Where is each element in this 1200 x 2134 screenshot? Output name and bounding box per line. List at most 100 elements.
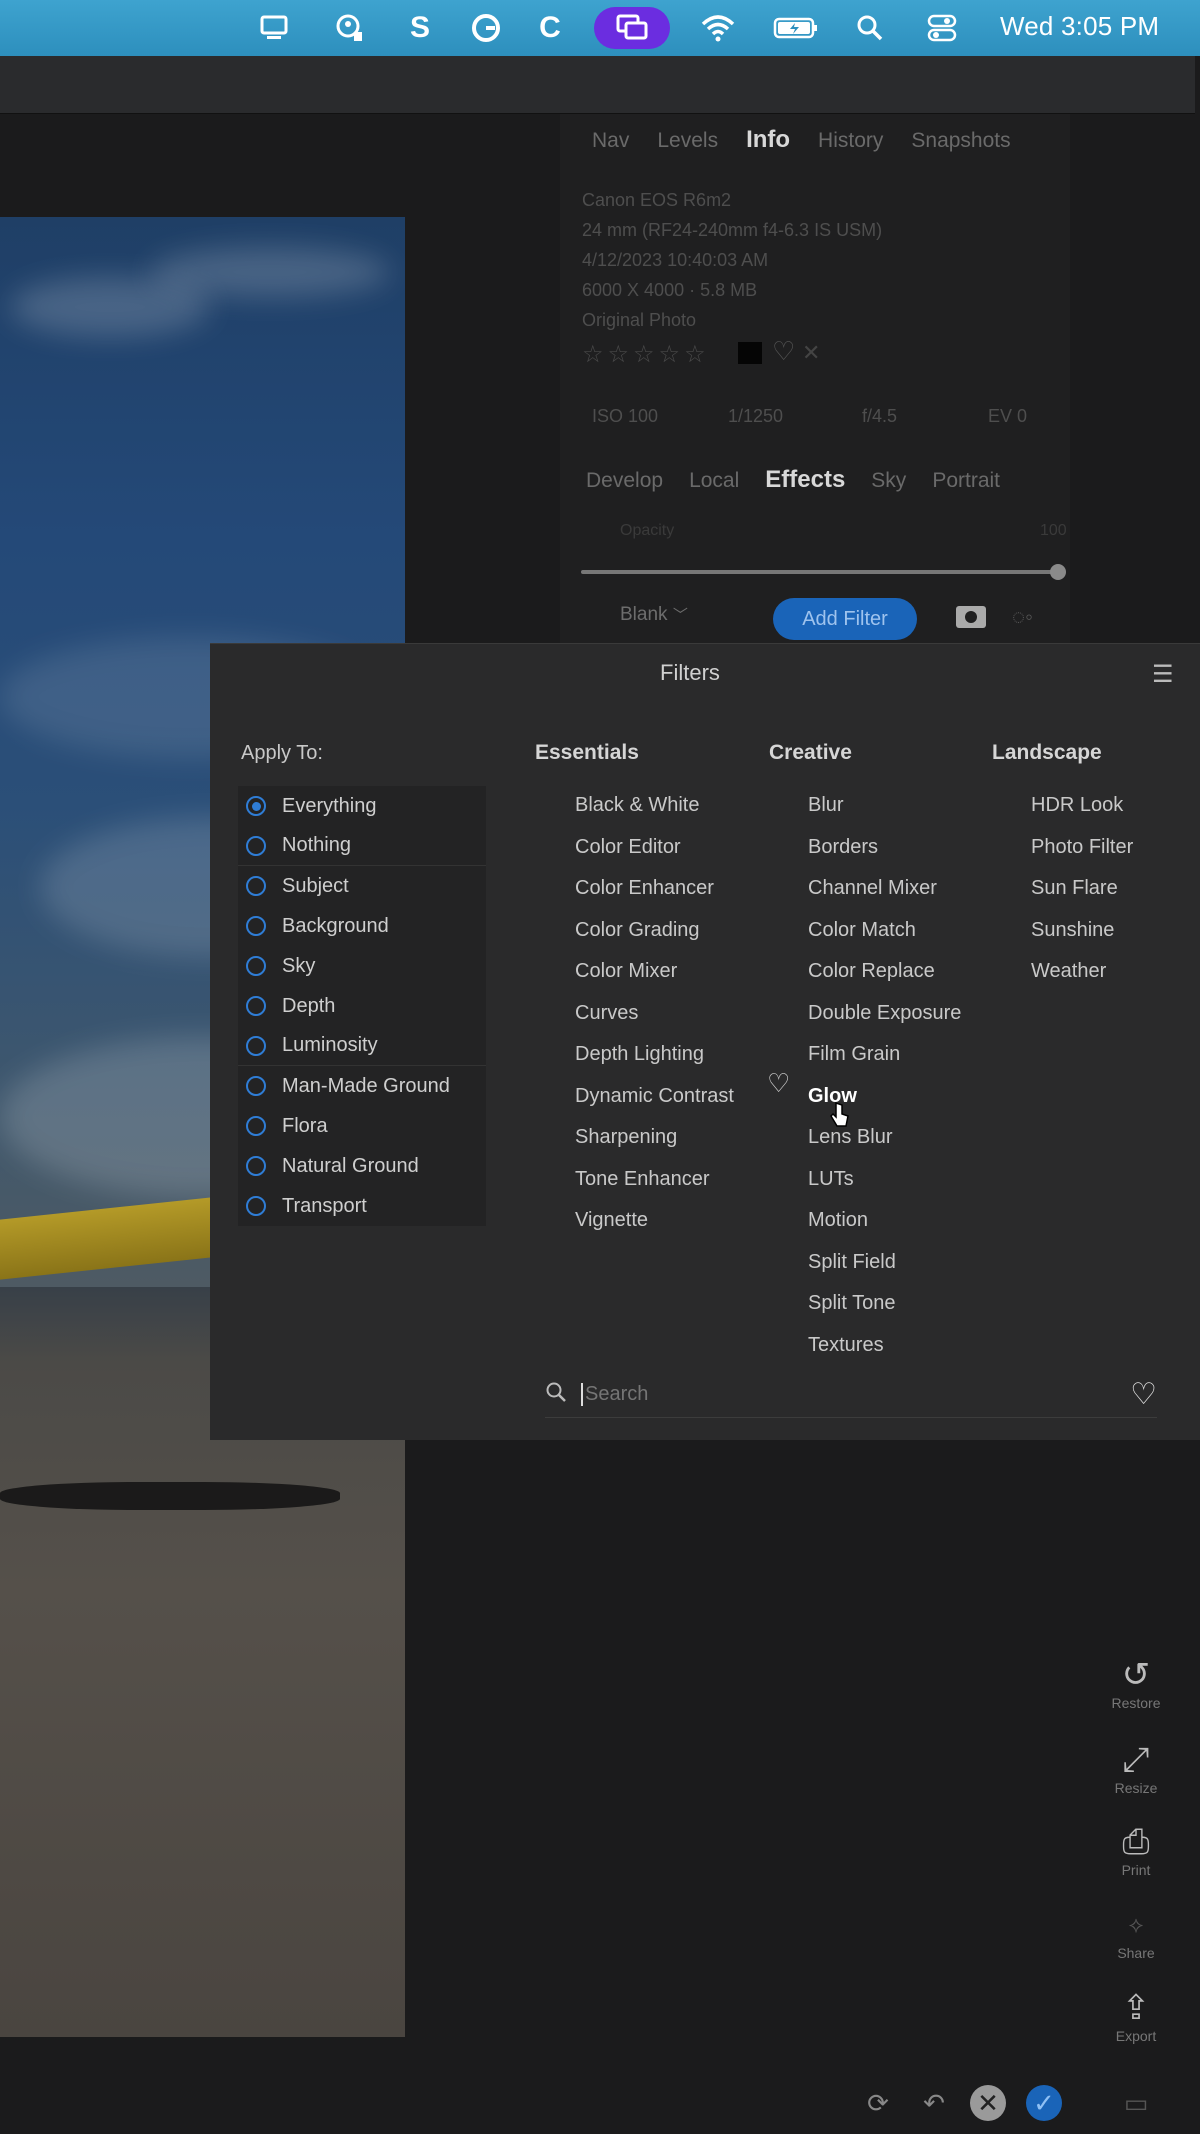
apply-option-luminosity[interactable]: Luminosity	[238, 1026, 486, 1066]
apply-option-sky[interactable]: Sky	[238, 946, 486, 986]
filter-search-input[interactable]	[581, 1383, 1081, 1406]
filter-motion[interactable]: Motion	[808, 1200, 961, 1242]
essentials-list: Black & White Color Editor Color Enhance…	[575, 785, 734, 1242]
c-app-icon[interactable]: C	[532, 10, 568, 46]
control-center-icon[interactable]	[924, 10, 960, 46]
tool-print[interactable]: ⎙ Print	[1108, 1822, 1164, 1878]
filter-color-grading[interactable]: Color Grading	[575, 910, 734, 952]
filter-color-match[interactable]: Color Match	[808, 910, 961, 952]
tab-develop[interactable]: Develop	[586, 469, 663, 493]
apply-option-transport[interactable]: Transport	[238, 1186, 486, 1226]
grammarly-icon[interactable]	[468, 10, 504, 46]
apply-option-label: Depth	[282, 994, 336, 1017]
tool-resize[interactable]: ⤢ Resize	[1108, 1740, 1164, 1796]
tool-restore[interactable]: ↺ Restore	[1108, 1655, 1164, 1711]
info-date: 4/12/2023 10:40:03 AM	[582, 250, 769, 270]
user-shield-icon[interactable]	[332, 10, 368, 46]
filter-vignette[interactable]: Vignette	[575, 1200, 734, 1242]
apply-option-natural-ground[interactable]: Natural Ground	[238, 1146, 486, 1186]
search-icon	[545, 1381, 567, 1408]
print-icon: ⎙	[1122, 1823, 1150, 1861]
reject-x-icon[interactable]: ✕	[802, 340, 820, 366]
wifi-icon[interactable]	[700, 10, 736, 46]
tab-snapshots[interactable]: Snapshots	[911, 129, 1010, 153]
tab-levels[interactable]: Levels	[657, 129, 718, 153]
blank-dropdown[interactable]: Blank ﹀	[620, 604, 688, 626]
exif-shutter: 1/1250	[728, 406, 784, 426]
filter-color-enhancer[interactable]: Color Enhancer	[575, 868, 734, 910]
screen-mirror-button[interactable]	[594, 7, 670, 49]
search-icon[interactable]	[852, 10, 888, 46]
more-options-icon[interactable]: ◌◦	[1012, 604, 1033, 630]
filters-popover: Filters ☰ Apply To: Everything Nothing S…	[210, 643, 1200, 1440]
screen-mirror-icon	[614, 10, 650, 46]
panel-toggle-icon[interactable]: ▭	[1118, 2085, 1154, 2121]
tab-effects[interactable]: Effects	[765, 466, 845, 494]
filter-curves[interactable]: Curves	[575, 993, 734, 1035]
filter-color-mixer[interactable]: Color Mixer	[575, 951, 734, 993]
filter-textures[interactable]: Textures	[808, 1325, 961, 1367]
tab-info[interactable]: Info	[746, 126, 790, 154]
apply-option-depth[interactable]: Depth	[238, 986, 486, 1026]
radio-icon	[246, 876, 266, 896]
filter-borders[interactable]: Borders	[808, 827, 961, 869]
filter-split-field[interactable]: Split Field	[808, 1242, 961, 1284]
undo-icon[interactable]: ↶	[916, 2085, 952, 2121]
filter-black-white[interactable]: Black & White	[575, 785, 734, 827]
mask-icon[interactable]	[956, 606, 986, 628]
battery-icon[interactable]	[772, 10, 820, 46]
tool-share[interactable]: ⟡ Share	[1108, 1905, 1164, 1961]
apply-option-label: Nothing	[282, 834, 351, 856]
opacity-slider-knob[interactable]	[1050, 564, 1066, 580]
favorite-heart-icon[interactable]: ♡	[767, 1068, 790, 1099]
tab-portrait[interactable]: Portrait	[932, 469, 1000, 493]
filter-color-editor[interactable]: Color Editor	[575, 827, 734, 869]
filter-sun-flare[interactable]: Sun Flare	[1031, 868, 1133, 910]
radio-icon	[246, 996, 266, 1016]
apply-option-subject[interactable]: Subject	[238, 866, 486, 906]
filter-channel-mixer[interactable]: Channel Mixer	[808, 868, 961, 910]
refresh-icon[interactable]: ⟳	[860, 2085, 896, 2121]
menu-clock[interactable]: Wed 3:05 PM	[1000, 11, 1159, 42]
filter-sharpening[interactable]: Sharpening	[575, 1117, 734, 1159]
filter-search-bar: ♡	[545, 1372, 1157, 1418]
filters-menu-icon[interactable]: ☰	[1152, 660, 1174, 689]
color-label-swatch[interactable]	[738, 342, 762, 364]
filter-sunshine[interactable]: Sunshine	[1031, 910, 1133, 952]
apply-option-label: Sky	[282, 954, 316, 977]
add-filter-button[interactable]: Add Filter	[773, 598, 917, 640]
star-rating[interactable]: ☆☆☆☆☆	[582, 340, 710, 369]
favorites-heart-icon[interactable]: ♡	[1130, 1377, 1157, 1412]
filter-film-grain[interactable]: Film Grain	[808, 1034, 961, 1076]
display-icon[interactable]	[256, 10, 292, 46]
filter-split-tone[interactable]: Split Tone	[808, 1283, 961, 1325]
apply-option-flora[interactable]: Flora	[238, 1106, 486, 1146]
filter-color-replace[interactable]: Color Replace	[808, 951, 961, 993]
top-tabs: Nav Levels Info History Snapshots	[592, 126, 1011, 154]
apply-option-label: Everything	[282, 794, 377, 817]
cancel-button[interactable]: ✕	[970, 2085, 1006, 2121]
tool-export[interactable]: ⇪ Export	[1108, 1988, 1164, 2044]
favorite-heart-icon[interactable]: ♡	[772, 336, 795, 367]
apply-option-man-made-ground[interactable]: Man-Made Ground	[238, 1066, 486, 1106]
tab-sky[interactable]: Sky	[871, 469, 906, 493]
filter-double-exposure[interactable]: Double Exposure	[808, 993, 961, 1035]
tab-nav[interactable]: Nav	[592, 129, 629, 153]
share-icon: ⟡	[1128, 1912, 1144, 1937]
filter-hdr-look[interactable]: HDR Look	[1031, 785, 1133, 827]
filter-dynamic-contrast[interactable]: Dynamic Contrast	[575, 1076, 734, 1118]
filter-luts[interactable]: LUTs	[808, 1159, 961, 1201]
apply-option-everything[interactable]: Everything	[238, 786, 486, 826]
apply-option-nothing[interactable]: Nothing	[238, 826, 486, 866]
filter-blur[interactable]: Blur	[808, 785, 961, 827]
filter-weather[interactable]: Weather	[1031, 951, 1133, 993]
s-app-icon[interactable]: S	[402, 10, 438, 46]
filter-photo-filter[interactable]: Photo Filter	[1031, 827, 1133, 869]
confirm-button[interactable]: ✓	[1026, 2085, 1062, 2121]
filter-tone-enhancer[interactable]: Tone Enhancer	[575, 1159, 734, 1201]
apply-option-background[interactable]: Background	[238, 906, 486, 946]
tab-local[interactable]: Local	[689, 469, 739, 493]
opacity-slider-track[interactable]	[581, 570, 1059, 574]
filter-depth-lighting[interactable]: Depth Lighting	[575, 1034, 734, 1076]
tab-history[interactable]: History	[818, 129, 883, 153]
